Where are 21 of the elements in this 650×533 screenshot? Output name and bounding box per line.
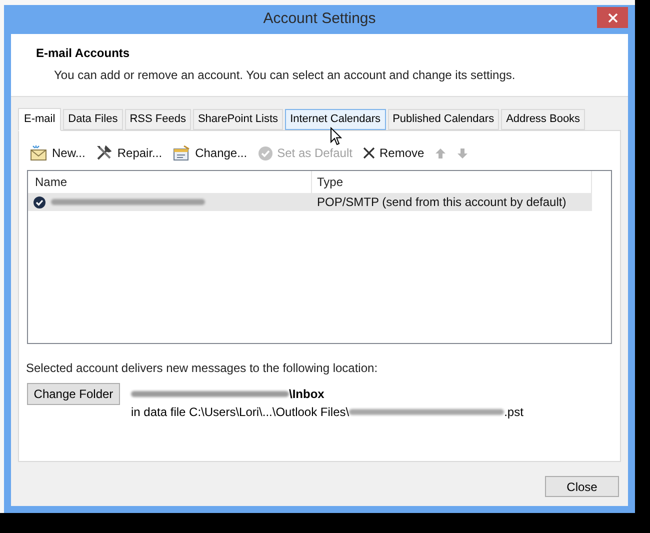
repair-button[interactable]: Repair... (94, 142, 164, 164)
table-cell-text: POP/SMTP (send from this account by default) (316, 194, 566, 211)
change-button[interactable]: Change... (171, 142, 250, 164)
tab[interactable]: Address Books (501, 109, 586, 130)
close-dialog-button[interactable]: Close (545, 476, 619, 497)
delivery-caption: Selected account delivers new messages to the following location: (26, 360, 379, 377)
tab[interactable]: SharePoint Lists (192, 109, 284, 130)
tab[interactable]: RSS Feeds (124, 109, 191, 130)
table-row[interactable]: POP/SMTP (send from this account by default) (28, 193, 592, 211)
change-folder-button[interactable]: Change Folder (27, 383, 120, 405)
tab[interactable]: Published Calendars (388, 109, 500, 130)
tab[interactable]: E-mail (18, 108, 62, 131)
section-description: You can add or remove an account. You can select an account and change its settings. (54, 67, 516, 84)
tab[interactable]: Data Files (63, 109, 123, 130)
folder-path: \Inbox (289, 386, 324, 403)
window-title: Account Settings (263, 9, 376, 30)
data-file-path: in data file C:\Users\Lori\...\Outlook Files\ (131, 404, 350, 421)
file-extension: .pst (504, 404, 524, 421)
section-title: E-mail Accounts (36, 45, 131, 62)
remove-button[interactable]: Remove (361, 142, 426, 164)
new-button[interactable]: New... (28, 142, 88, 164)
